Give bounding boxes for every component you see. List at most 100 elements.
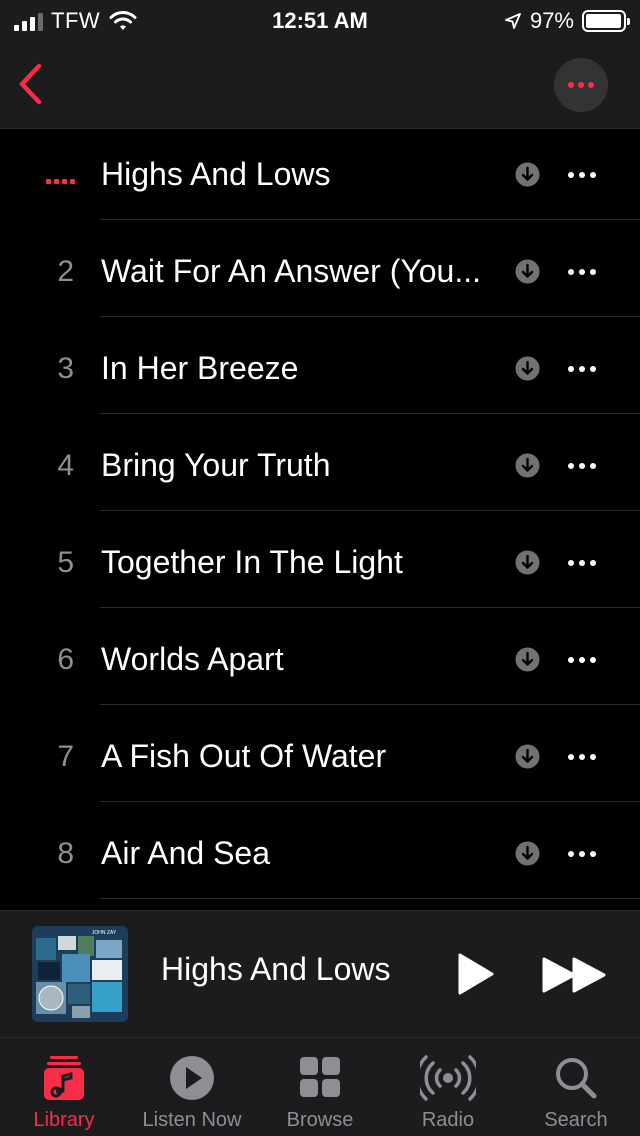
ellipsis-dot (579, 657, 585, 663)
tab-listen-now[interactable]: Listen Now (128, 1038, 256, 1136)
status-right: 97% (504, 8, 630, 34)
ellipsis-dot (590, 754, 596, 760)
row-divider (100, 316, 640, 317)
track-row[interactable]: 3 In Her Breeze (0, 323, 640, 420)
track-row[interactable]: Highs And Lows (0, 129, 640, 226)
ellipsis-icon (568, 82, 574, 88)
status-bar: TFW 12:51 AM 97% (0, 0, 640, 42)
search-icon (548, 1052, 604, 1104)
track-number: 8 (57, 837, 74, 870)
track-title: Together In The Light (101, 544, 403, 580)
ellipsis-dot (568, 754, 574, 760)
back-button[interactable] (12, 62, 52, 106)
battery-percent: 97% (529, 8, 574, 33)
row-divider (100, 704, 640, 705)
more-options-button[interactable] (554, 58, 608, 112)
download-icon[interactable] (515, 744, 540, 769)
tab-label: Listen Now (142, 1109, 242, 1131)
tab-library[interactable]: Library (0, 1038, 128, 1136)
track-more-button[interactable] (562, 359, 602, 379)
tab-label: Search (544, 1109, 608, 1131)
now-playing-indicator-icon (46, 179, 75, 184)
ellipsis-dot (568, 366, 574, 372)
track-title: Highs And Lows (101, 156, 331, 192)
row-divider (100, 898, 640, 899)
album-artwork[interactable]: JOHN ZAY (32, 926, 128, 1022)
ellipsis-dot (568, 851, 574, 857)
track-row[interactable]: 6 Worlds Apart (0, 614, 640, 711)
download-icon[interactable] (515, 550, 540, 575)
ellipsis-dot (579, 754, 585, 760)
download-icon[interactable] (515, 453, 540, 478)
track-title: Wait For An Answer (You... (101, 253, 482, 289)
ellipsis-dot (579, 851, 585, 857)
download-icon[interactable] (515, 162, 540, 187)
ellipsis-dot (579, 560, 585, 566)
fast-forward-icon (542, 957, 606, 993)
ellipsis-dot (579, 463, 585, 469)
track-title: In Her Breeze (101, 350, 299, 386)
ellipsis-dot (568, 560, 574, 566)
download-icon[interactable] (515, 841, 540, 866)
ellipsis-dot (579, 172, 585, 178)
row-divider (100, 510, 640, 511)
tab-search[interactable]: Search (512, 1038, 640, 1136)
ellipsis-dot (568, 269, 574, 275)
track-row[interactable]: 5 Together In The Light (0, 517, 640, 614)
track-row[interactable]: 7 A Fish Out Of Water (0, 711, 640, 808)
play-circle-icon (164, 1052, 220, 1104)
track-title: Bring Your Truth (101, 447, 331, 483)
tab-label: Library (33, 1109, 95, 1131)
radio-icon (420, 1052, 476, 1104)
track-list: Highs And Lows 2 Wait For An Answer (You..… (0, 129, 640, 905)
track-more-button[interactable] (562, 165, 602, 185)
ellipsis-dot (590, 463, 596, 469)
track-number: 7 (57, 740, 74, 773)
track-number: 2 (57, 255, 74, 288)
track-number: 5 (57, 546, 74, 579)
ellipsis-dot (568, 657, 574, 663)
mini-player[interactable]: JOHN ZAY Highs And Lows (0, 910, 640, 1037)
track-title: Air And Sea (101, 835, 270, 871)
battery-icon (582, 10, 630, 32)
download-icon[interactable] (515, 647, 540, 672)
ellipsis-dot (590, 269, 596, 275)
track-row[interactable]: 8 Air And Sea (0, 808, 640, 905)
track-title: Worlds Apart (101, 641, 284, 677)
ellipsis-dot (568, 172, 574, 178)
download-icon[interactable] (515, 356, 540, 381)
tab-label: Radio (421, 1109, 475, 1131)
track-more-button[interactable] (562, 650, 602, 670)
track-more-button[interactable] (562, 844, 602, 864)
tab-label: Browse (286, 1109, 354, 1131)
row-divider (100, 219, 640, 220)
track-more-button[interactable] (562, 456, 602, 476)
ellipsis-dot (579, 366, 585, 372)
tab-bar: Library Listen Now Browse Radio Search (0, 1037, 640, 1136)
artwork-label: JOHN ZAY (92, 930, 117, 936)
track-more-button[interactable] (562, 747, 602, 767)
ellipsis-dot (568, 463, 574, 469)
row-divider (100, 801, 640, 802)
location-arrow-icon (505, 13, 521, 29)
track-more-button[interactable] (562, 262, 602, 282)
fast-forward-button[interactable] (540, 955, 610, 995)
track-number: 3 (57, 352, 74, 385)
navigation-bar (0, 42, 640, 129)
row-divider (100, 413, 640, 414)
ellipsis-dot (590, 172, 596, 178)
tab-radio[interactable]: Radio (384, 1038, 512, 1136)
ellipsis-dot (590, 851, 596, 857)
tab-browse[interactable]: Browse (256, 1038, 384, 1136)
play-icon (458, 953, 494, 995)
battery-fill (586, 14, 621, 28)
now-playing-title[interactable]: Highs And Lows (161, 951, 390, 988)
download-icon[interactable] (515, 259, 540, 284)
track-row[interactable]: 4 Bring Your Truth (0, 420, 640, 517)
track-number: 6 (57, 643, 74, 676)
play-button[interactable] (452, 951, 498, 997)
track-row[interactable]: 2 Wait For An Answer (You... (0, 226, 640, 323)
grid-icon (292, 1052, 348, 1104)
track-number: 4 (57, 449, 74, 482)
track-more-button[interactable] (562, 553, 602, 573)
